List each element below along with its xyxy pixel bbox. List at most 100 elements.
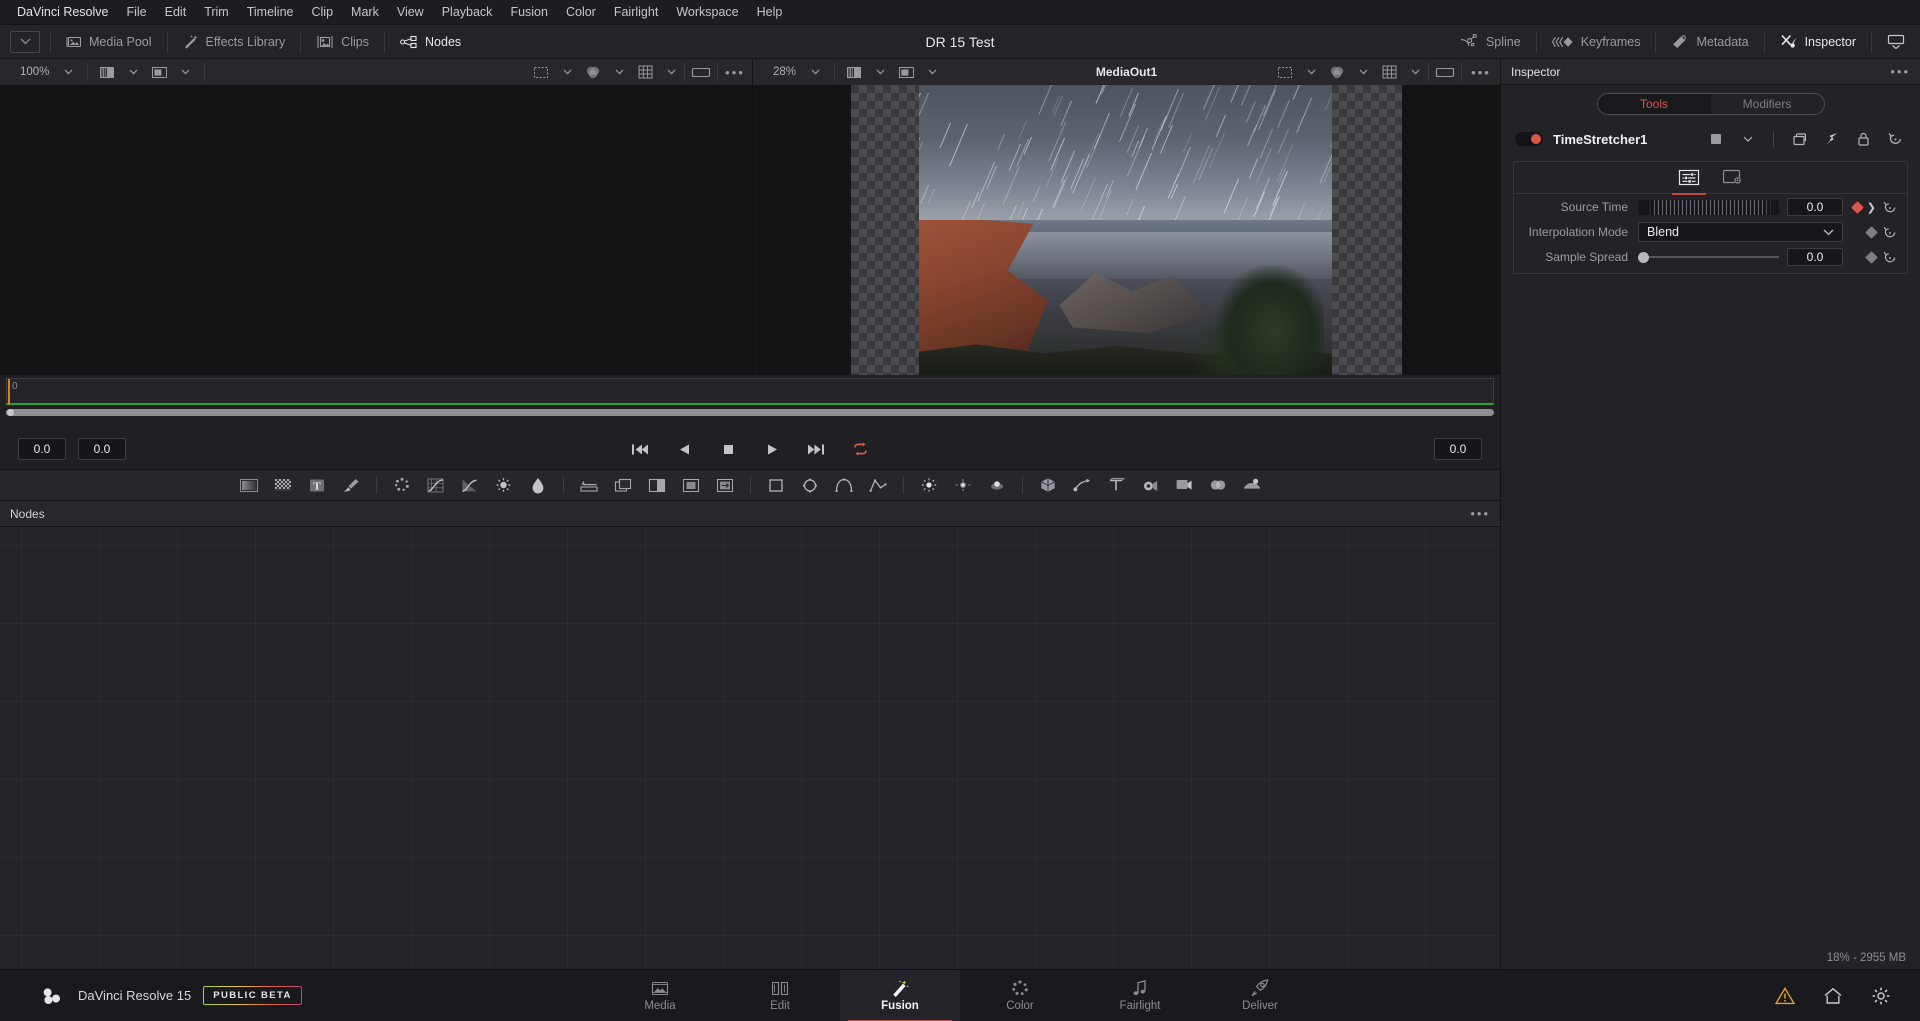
viewer-layout-icon[interactable] xyxy=(895,64,917,80)
jump-to-end-button[interactable] xyxy=(805,439,827,459)
left-viewer[interactable] xyxy=(0,85,753,375)
pin-icon[interactable] xyxy=(1820,129,1842,149)
3d-render-icon[interactable] xyxy=(1167,472,1201,498)
reset-icon[interactable] xyxy=(1884,129,1906,149)
page-tab-color[interactable]: Color xyxy=(960,970,1080,1021)
reset-icon[interactable] xyxy=(1883,226,1897,239)
color-channels-icon[interactable] xyxy=(582,64,604,80)
media-pool-button[interactable]: Media Pool xyxy=(51,25,167,58)
viewer-layout-icon[interactable] xyxy=(148,64,170,80)
menu-item-edit[interactable]: Edit xyxy=(156,0,196,25)
3d-transform-icon[interactable] xyxy=(1065,472,1099,498)
grid-icon[interactable] xyxy=(634,64,656,80)
menu-item-help[interactable]: Help xyxy=(748,0,792,25)
fit-icon[interactable] xyxy=(1431,64,1459,80)
glow-icon[interactable] xyxy=(912,472,946,498)
crop-icon[interactable] xyxy=(674,472,708,498)
ellipse-mask-icon[interactable] xyxy=(793,472,827,498)
sample-spread-slider[interactable] xyxy=(1638,250,1779,265)
slider-handle[interactable] xyxy=(1638,252,1649,263)
chevron-down-icon[interactable] xyxy=(608,64,630,80)
node-graph-canvas[interactable]: MediaIn1 TimeStretcher1 xyxy=(0,527,1500,969)
3d-text-icon[interactable] xyxy=(1099,472,1133,498)
menu-item-fairlight[interactable]: Fairlight xyxy=(605,0,667,25)
fit-icon[interactable] xyxy=(687,64,715,80)
chevron-down-icon[interactable] xyxy=(174,64,196,80)
menu-item-color[interactable]: Color xyxy=(557,0,605,25)
menu-item-view[interactable]: View xyxy=(388,0,433,25)
particle-icon[interactable] xyxy=(385,472,419,498)
interpolation-mode-dropdown[interactable]: Blend xyxy=(1638,222,1843,242)
rectangle-mask-icon[interactable] xyxy=(759,472,793,498)
3d-image-plane-icon[interactable] xyxy=(1235,472,1269,498)
stop-button[interactable] xyxy=(717,439,739,459)
spline-button[interactable]: Spline xyxy=(1445,25,1536,58)
play-forward-button[interactable] xyxy=(761,439,783,459)
chevron-down-icon[interactable] xyxy=(660,64,682,80)
fullscreen-viewer-button[interactable] xyxy=(1872,25,1920,58)
polygon-mask-icon[interactable] xyxy=(861,472,895,498)
controls-icon[interactable] xyxy=(1672,167,1706,189)
menu-item-workspace[interactable]: Workspace xyxy=(667,0,747,25)
page-tab-deliver[interactable]: Deliver xyxy=(1200,970,1320,1021)
reset-icon[interactable] xyxy=(1883,251,1897,264)
page-tab-fusion[interactable]: Fusion xyxy=(840,970,960,1021)
blur-icon[interactable] xyxy=(521,472,555,498)
roi-icon[interactable] xyxy=(530,64,552,80)
workspace-dropdown-button[interactable] xyxy=(10,31,40,53)
grid-icon[interactable] xyxy=(1378,64,1400,80)
3d-camera-icon[interactable] xyxy=(1133,472,1167,498)
chevron-down-icon[interactable] xyxy=(1404,64,1426,80)
3d-shape-icon[interactable] xyxy=(1031,472,1065,498)
clips-button[interactable]: Clips xyxy=(301,25,384,58)
page-tab-media[interactable]: Media xyxy=(600,970,720,1021)
menu-item-timeline[interactable]: Timeline xyxy=(238,0,303,25)
curves-icon[interactable] xyxy=(419,472,453,498)
chevron-down-icon[interactable] xyxy=(804,64,826,80)
chevron-down-icon[interactable] xyxy=(869,64,891,80)
lock-icon[interactable] xyxy=(1852,129,1874,149)
soft-glow-icon[interactable] xyxy=(946,472,980,498)
chevron-down-icon[interactable] xyxy=(1352,64,1374,80)
background-icon[interactable] xyxy=(232,472,266,498)
menu-item-playback[interactable]: Playback xyxy=(433,0,502,25)
loop-button[interactable] xyxy=(849,439,871,459)
text-icon[interactable]: T xyxy=(300,472,334,498)
tab-tools[interactable]: Tools xyxy=(1598,94,1711,114)
chevron-right-icon[interactable]: ❯ xyxy=(1867,201,1876,214)
tab-modifiers[interactable]: Modifiers xyxy=(1711,94,1824,114)
split-view-icon[interactable] xyxy=(843,64,865,80)
right-viewer[interactable] xyxy=(753,85,1500,375)
chevron-down-icon[interactable] xyxy=(921,64,943,80)
keyframe-diamond-icon[interactable] xyxy=(1865,251,1878,264)
copy-icon[interactable] xyxy=(1788,129,1810,149)
settings-icon[interactable] xyxy=(1716,167,1750,189)
color-swatch-icon[interactable] xyxy=(1705,129,1727,149)
chevron-down-icon[interactable] xyxy=(556,64,578,80)
right-viewer-zoom-value[interactable]: 28% xyxy=(759,66,802,78)
nodes-button[interactable]: Nodes xyxy=(385,25,476,58)
keyframe-diamond-icon[interactable] xyxy=(1851,201,1864,214)
inspector-button[interactable]: Inspector xyxy=(1765,25,1871,58)
out-point-field[interactable]: 0.0 xyxy=(78,438,126,460)
more-options-icon[interactable]: ••• xyxy=(720,64,750,80)
current-time-field[interactable]: 0.0 xyxy=(1434,438,1482,460)
resize-icon[interactable] xyxy=(708,472,742,498)
page-tab-edit[interactable]: Edit xyxy=(720,970,840,1021)
reset-icon[interactable] xyxy=(1883,201,1897,214)
mask-icon[interactable] xyxy=(266,472,300,498)
timeline-ruler[interactable]: 0 xyxy=(6,378,1494,405)
more-options-icon[interactable]: ••• xyxy=(1470,506,1490,521)
brightness-contrast-icon[interactable] xyxy=(487,472,521,498)
more-options-icon[interactable]: ••• xyxy=(1890,64,1910,79)
tool-enable-toggle[interactable] xyxy=(1515,132,1543,146)
matte-control-icon[interactable] xyxy=(640,472,674,498)
hot-spot-icon[interactable] xyxy=(980,472,1014,498)
horizontal-scrollbar[interactable] xyxy=(6,409,1494,416)
chevron-down-icon[interactable] xyxy=(1300,64,1322,80)
merge-icon[interactable] xyxy=(606,472,640,498)
color-channels-icon[interactable] xyxy=(1326,64,1348,80)
chevron-down-icon[interactable] xyxy=(122,64,144,80)
play-reverse-button[interactable] xyxy=(673,439,695,459)
menu-item-mark[interactable]: Mark xyxy=(342,0,388,25)
